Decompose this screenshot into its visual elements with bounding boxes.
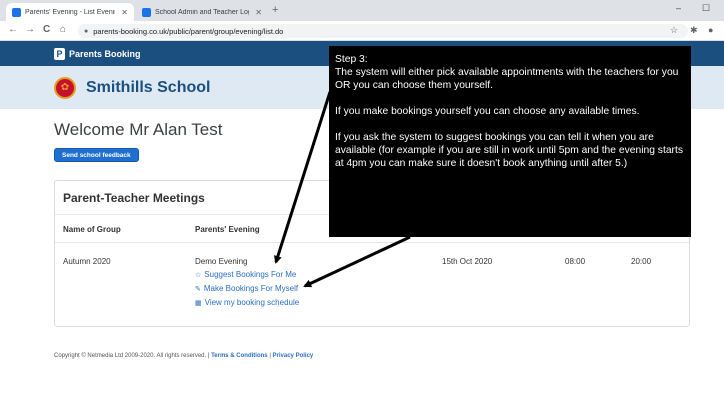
browser-toolbar: ← → C ⌂ ● parents-booking.co.uk/public/p…: [0, 21, 724, 41]
pencil-icon: ✎: [195, 285, 201, 293]
evening-name-cell: Demo Evening: [195, 257, 248, 266]
instruction-callout: Step 3: The system will either pick avai…: [329, 46, 691, 237]
column-header-evening: Parents' Evening: [195, 225, 260, 234]
callout-step: Step 3:: [335, 54, 368, 65]
lock-icon: ●: [84, 27, 89, 35]
home-icon[interactable]: ⌂: [60, 24, 66, 35]
evening-date-cell: 15th Oct 2020: [442, 257, 493, 266]
view-schedule-link[interactable]: ▦ View my booking schedule: [195, 298, 299, 307]
bookmark-star-icon[interactable]: ☆: [670, 25, 678, 36]
forward-icon[interactable]: →: [25, 24, 35, 35]
privacy-link[interactable]: Privacy Policy: [273, 353, 314, 359]
maximize-icon[interactable]: ☐: [702, 3, 710, 14]
calendar-icon: ▦: [195, 299, 202, 307]
welcome-heading: Welcome Mr Alan Test: [54, 120, 223, 139]
school-crest-icon: ✿: [54, 76, 76, 99]
start-time-cell: 08:00: [565, 257, 586, 266]
send-feedback-button[interactable]: Send school feedback: [54, 148, 139, 162]
panel-title: Parent-Teacher Meetings: [63, 191, 205, 205]
tab-close-icon[interactable]: ✕: [121, 8, 128, 17]
end-time-cell: 20:00: [631, 257, 652, 266]
callout-text-3: If you ask the system to suggest booking…: [335, 132, 683, 169]
callout-text-2: If you make bookings yourself you can ch…: [335, 106, 640, 117]
divider: [55, 242, 689, 243]
column-header-group: Name of Group: [63, 225, 121, 234]
make-bookings-link[interactable]: ✎ Make Bookings For Myself: [195, 284, 298, 293]
parents-booking-logo-icon: P: [54, 47, 65, 60]
tab-parents-evening[interactable]: Parents' Evening - List Evenings ✕: [6, 3, 134, 21]
footer-separator: |: [269, 353, 271, 359]
copyright-text: Copyright © Netmedia Ltd 2009-2020. All …: [54, 353, 210, 359]
school-name: Smithills School: [86, 78, 211, 96]
footer: Copyright © Netmedia Ltd 2009-2020. All …: [54, 353, 313, 359]
screen: Parents' Evening - List Evenings ✕ Schoo…: [0, 0, 724, 407]
extensions-icon[interactable]: ✱: [690, 25, 698, 36]
star-icon: ☆: [195, 271, 202, 279]
suggest-bookings-link[interactable]: ☆ Suggest Bookings For Me: [195, 270, 296, 279]
parents-booking-favicon-icon: [142, 7, 151, 17]
group-name-cell: Autumn 2020: [63, 257, 111, 266]
new-tab-button[interactable]: +: [272, 4, 278, 16]
reload-icon[interactable]: C: [43, 24, 50, 35]
parents-booking-favicon-icon: [12, 7, 21, 17]
browser-tab-bar: Parents' Evening - List Evenings ✕ Schoo…: [0, 0, 724, 21]
callout-text-1: The system will either pick available ap…: [335, 67, 679, 91]
tab-close-icon[interactable]: ✕: [255, 8, 262, 17]
back-icon[interactable]: ←: [8, 24, 18, 35]
minimize-icon[interactable]: –: [676, 3, 681, 13]
terms-link[interactable]: Terms & Conditions: [211, 353, 268, 359]
brand-name[interactable]: Parents Booking: [69, 49, 141, 59]
profile-icon[interactable]: ●: [708, 25, 713, 35]
url-text: parents-booking.co.uk/public/parent/grou…: [93, 26, 284, 36]
address-bar[interactable]: ● parents-booking.co.uk/public/parent/gr…: [78, 24, 688, 38]
tab-school-admin[interactable]: School Admin and Teacher Login ✕: [136, 3, 268, 21]
